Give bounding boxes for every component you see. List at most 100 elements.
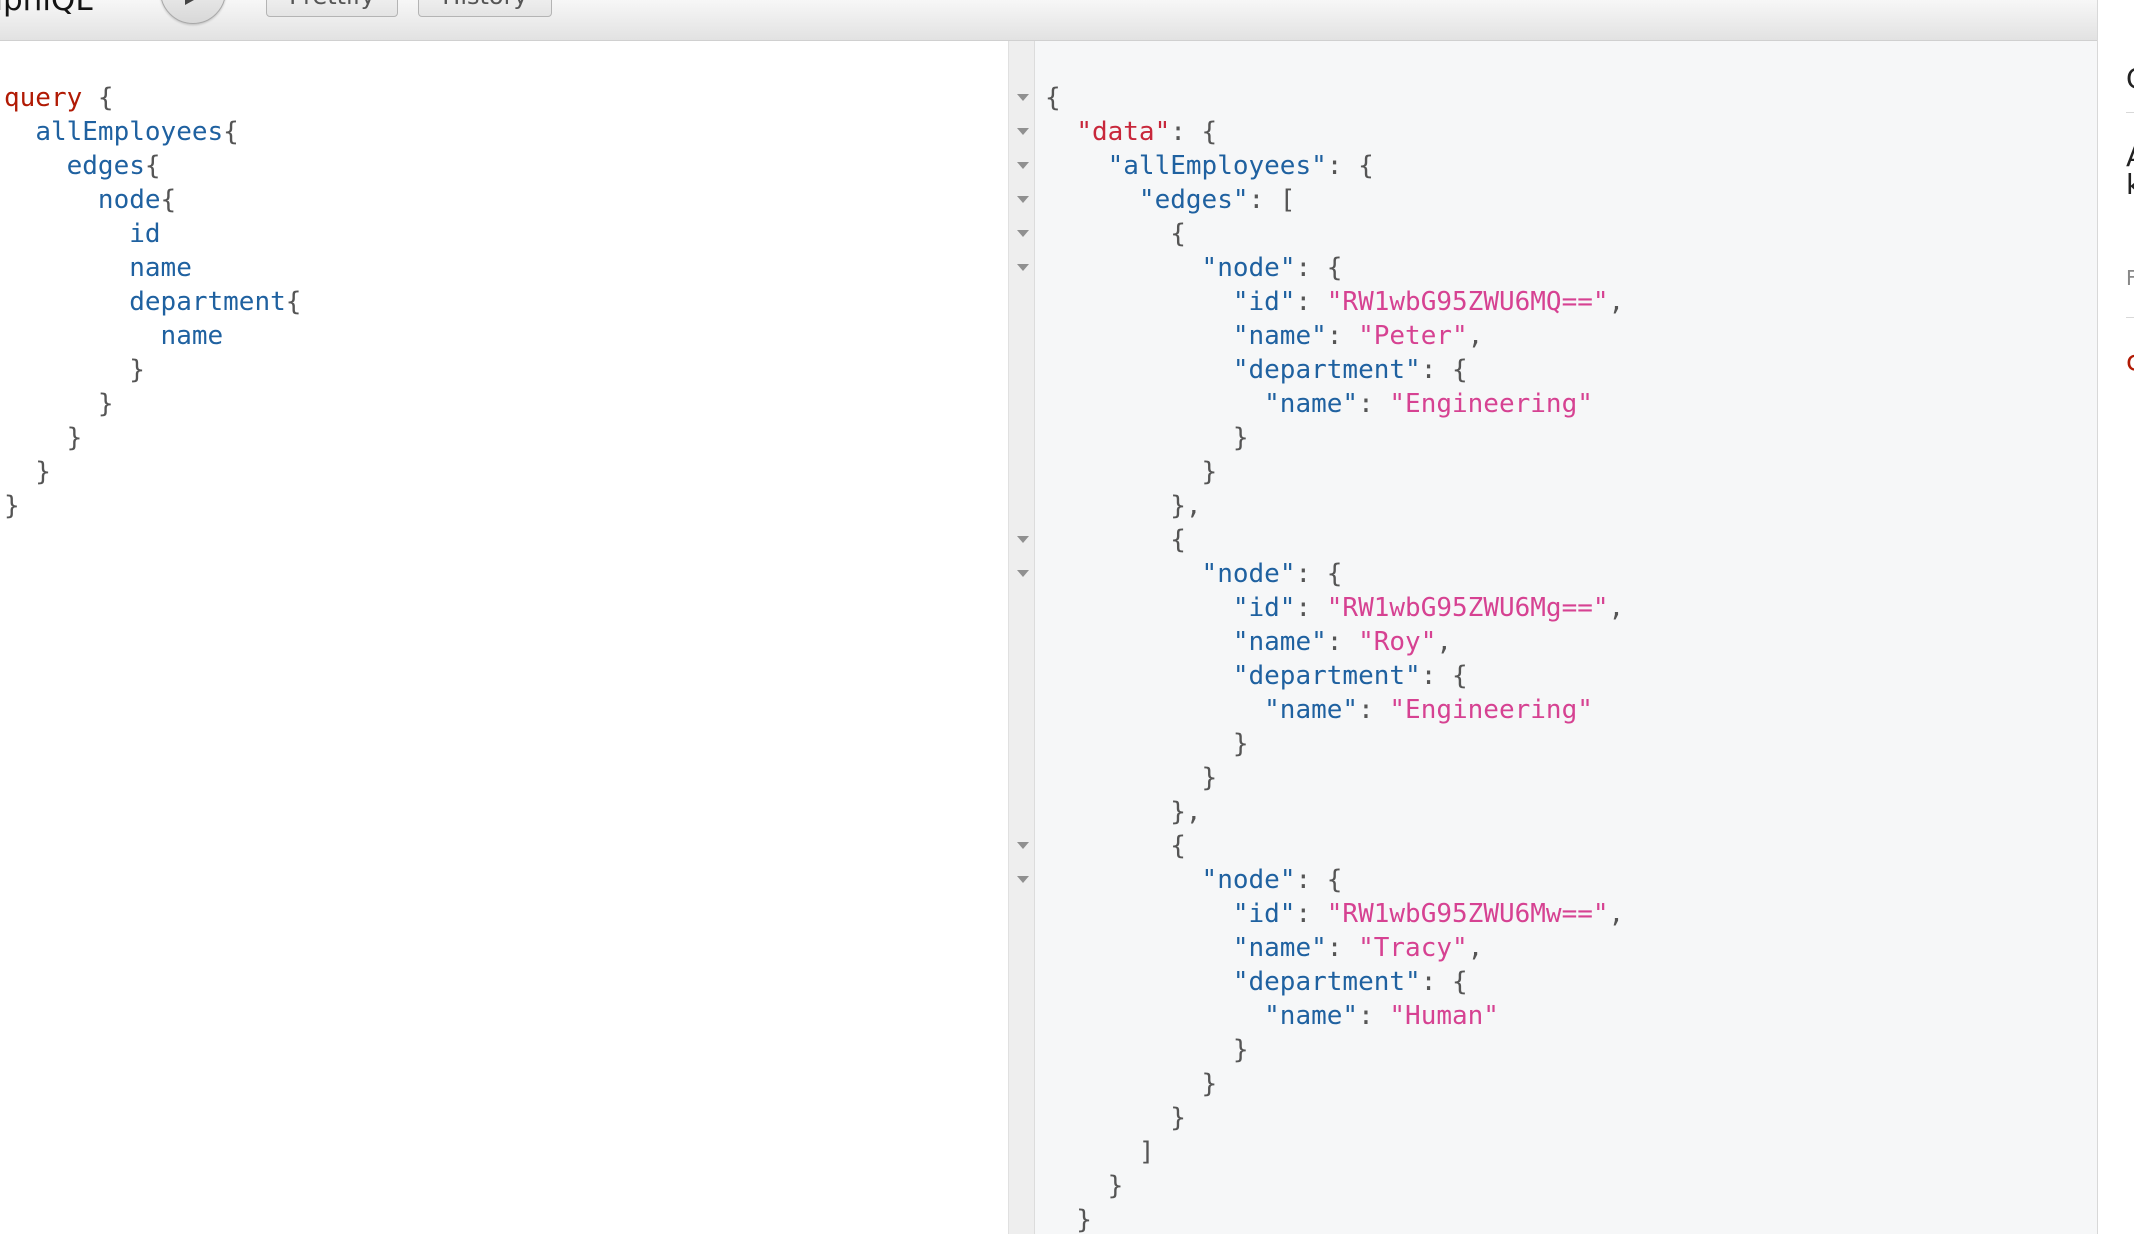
fold-arrow-icon[interactable] xyxy=(1017,94,1029,101)
code-token: "Tracy" xyxy=(1358,933,1468,963)
history-button[interactable]: History xyxy=(418,0,552,17)
code-token: query xyxy=(4,83,83,113)
fold-arrow-icon[interactable] xyxy=(1017,536,1029,543)
code-token: } xyxy=(1045,729,1249,759)
result-line: } xyxy=(1045,1067,1624,1101)
code-token: : xyxy=(1358,389,1390,419)
code-token: "name" xyxy=(1232,933,1327,963)
fold-arrow-icon[interactable] xyxy=(1017,876,1029,883)
code-token: "department" xyxy=(1232,967,1421,997)
code-token: "RW1wbG95ZWU6Mg==" xyxy=(1326,593,1609,623)
code-token: } xyxy=(1045,1069,1218,1099)
code-token: : { xyxy=(1420,355,1468,385)
code-token: "RW1wbG95ZWU6Mw==" xyxy=(1326,899,1609,929)
result-line: } xyxy=(1045,727,1624,761)
query-line: node{ xyxy=(4,183,301,217)
code-token: { xyxy=(285,287,302,317)
result-line: "allEmployees": { xyxy=(1045,149,1624,183)
code-token: : { xyxy=(1170,117,1218,147)
fold-arrow-icon[interactable] xyxy=(1017,264,1029,271)
code-token: : [ xyxy=(1248,185,1296,215)
execute-query-button[interactable] xyxy=(160,0,226,24)
prettify-button[interactable]: Prettify xyxy=(266,0,398,17)
code-token: } xyxy=(1045,1103,1186,1133)
result-line: "name": "Tracy", xyxy=(1045,931,1624,965)
code-token: } xyxy=(1045,1035,1249,1065)
fold-arrow-icon[interactable] xyxy=(1017,196,1029,203)
code-token: } xyxy=(1045,423,1249,453)
fold-arrow-icon[interactable] xyxy=(1017,128,1029,135)
code-token: "Engineering" xyxy=(1389,389,1593,419)
code-token: node xyxy=(97,185,161,215)
result-line: { xyxy=(1045,829,1624,863)
code-token: { xyxy=(1045,83,1061,113)
result-line: "name": "Roy", xyxy=(1045,625,1624,659)
code-token: , xyxy=(1467,321,1484,351)
code-token: } xyxy=(4,457,51,487)
result-line: "name": "Engineering" xyxy=(1045,693,1624,727)
query-line: id xyxy=(4,217,301,251)
code-token: "RW1wbG95ZWU6MQ==" xyxy=(1326,287,1609,317)
code-token: "name" xyxy=(1264,1001,1359,1031)
result-line: } xyxy=(1045,1203,1624,1237)
code-token: { xyxy=(1045,525,1186,555)
code-token: } xyxy=(1045,1205,1092,1235)
code-token: "name" xyxy=(1264,389,1359,419)
code-token: } xyxy=(1045,457,1218,487)
result-line: } xyxy=(1045,761,1624,795)
result-line: }, xyxy=(1045,795,1624,829)
fold-gutter xyxy=(1009,41,1035,1234)
result-line: } xyxy=(1045,1101,1624,1135)
code-token: : { xyxy=(1420,967,1468,997)
result-line: "name": "Engineering" xyxy=(1045,387,1624,421)
result-line: "department": { xyxy=(1045,659,1624,693)
code-token: "data" xyxy=(1076,117,1171,147)
fold-arrow-icon[interactable] xyxy=(1017,842,1029,849)
code-token: }, xyxy=(1045,491,1202,521)
query-line: } xyxy=(4,489,301,523)
code-token: : xyxy=(1358,1001,1390,1031)
fold-arrow-icon[interactable] xyxy=(1017,570,1029,577)
result-line: ] xyxy=(1045,1135,1624,1169)
query-line: query { xyxy=(4,81,301,115)
code-token: : xyxy=(1295,593,1327,623)
code-token: { xyxy=(82,83,114,113)
code-token: : xyxy=(1326,627,1359,657)
code-token: "id" xyxy=(1232,593,1296,623)
code-token: "department" xyxy=(1232,355,1421,385)
code-token: } xyxy=(4,389,114,419)
result-line: "name": "Human" xyxy=(1045,999,1624,1033)
code-token: "id" xyxy=(1232,899,1296,929)
code-token: "allEmployees" xyxy=(1107,151,1327,181)
result-line: } xyxy=(1045,1033,1624,1067)
result-line: } xyxy=(1045,455,1624,489)
code-token: : xyxy=(1326,933,1359,963)
query-editor[interactable]: query { allEmployees{ edges{ node{ id na… xyxy=(0,41,1008,1234)
code-token: , xyxy=(1436,627,1453,657)
doc-fragment: k xyxy=(2126,168,2134,201)
code-token: edges xyxy=(66,151,145,181)
query-line: edges{ xyxy=(4,149,301,183)
result-line: } xyxy=(1045,421,1624,455)
fold-arrow-icon[interactable] xyxy=(1017,162,1029,169)
query-line: } xyxy=(4,421,301,455)
result-line: { xyxy=(1045,523,1624,557)
code-token: "name" xyxy=(1232,627,1327,657)
code-token: "Roy" xyxy=(1358,627,1437,657)
code-token: : xyxy=(1295,287,1327,317)
code-token: allEmployees xyxy=(35,117,224,147)
code-token: "name" xyxy=(1232,321,1327,351)
query-code[interactable]: query { allEmployees{ edges{ node{ id na… xyxy=(4,81,301,523)
doc-fragment: c xyxy=(2126,344,2134,377)
fold-arrow-icon[interactable] xyxy=(1017,230,1029,237)
